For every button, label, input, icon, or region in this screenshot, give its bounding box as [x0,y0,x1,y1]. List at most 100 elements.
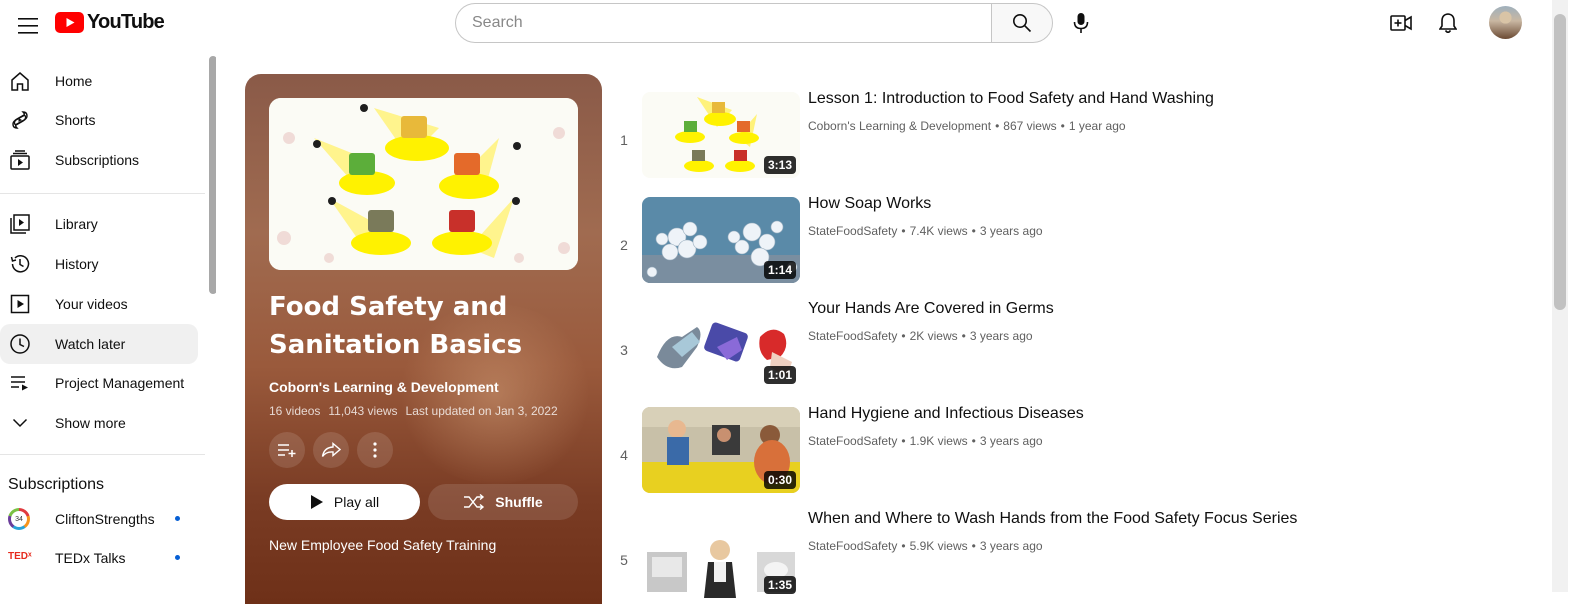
playlist-video-row[interactable]: 4 0:30 Hand Hygiene and Infectious Disea… [612,405,1542,503]
playlist-thumbnail[interactable] [269,98,578,270]
sidebar-show-more[interactable]: Show more [0,403,198,443]
logo-text: YouTube [87,11,165,33]
search-bar [455,3,1053,43]
playlist-description: New Employee Food Safety Training [269,537,497,553]
sidebar-item-label: Your videos [55,296,128,312]
sidebar-item-home[interactable]: Home [0,61,198,101]
play-all-button[interactable]: Play all [269,484,420,520]
video-thumbnail[interactable]: 1:14 [642,197,800,283]
video-thumbnail[interactable]: 1:35 [642,512,800,598]
sidebar-divider [0,193,205,194]
watch-later-icon [8,332,32,356]
sidebar-item-history[interactable]: History [0,244,198,284]
your-videos-icon [8,292,32,316]
create-video-button[interactable] [1381,3,1421,43]
video-age: 3 years ago [979,539,1043,553]
sidebar: Home Shorts Subscriptions Library Histor… [0,56,216,592]
video-duration: 3:13 [763,156,796,174]
playlist-last-updated: Last updated on Jan 3, 2022 [405,404,558,418]
history-icon [8,252,32,276]
playlist-channel-link[interactable]: Coborn's Learning & Development [269,379,499,395]
video-thumbnail[interactable]: 0:30 [642,407,800,493]
play-icon [310,495,323,509]
video-channel[interactable]: Coborn's Learning & Development [808,119,991,133]
video-metadata: StateFoodSafety • 1.9K views • 3 years ago [808,434,1043,448]
video-title[interactable]: When and Where to Wash Hands from the Fo… [808,510,1297,528]
cliftonstrengths-avatar: 34 [8,508,30,530]
video-index: 5 [620,552,628,568]
video-thumbnail[interactable]: 1:01 [642,302,800,388]
sidebar-item-subscriptions[interactable]: Subscriptions [0,140,198,180]
video-age: 3 years ago [969,329,1033,343]
sidebar-item-your-videos[interactable]: Your videos [0,284,198,324]
play-all-label: Play all [333,494,380,510]
sidebar-item-label: History [55,256,99,272]
hamburger-menu-icon[interactable] [8,6,48,46]
video-metadata: Coborn's Learning & Development • 867 view… [808,119,1126,133]
video-index: 4 [620,447,628,463]
playlist-stats: 16 videos 11,043 views Last updated on J… [269,404,558,418]
video-channel[interactable]: StateFoodSafety [808,329,897,343]
video-metadata: StateFoodSafety • 7.4K views • 3 years ago [808,224,1043,238]
sidebar-scrollbar[interactable] [209,56,216,294]
video-thumbnail[interactable]: 3:13 [642,92,800,178]
notifications-button[interactable] [1428,3,1468,43]
video-views: 2K views [909,329,958,343]
video-channel[interactable]: StateFoodSafety [808,539,897,553]
more-vertical-icon [373,442,377,458]
sidebar-item-label: Library [55,216,98,232]
video-index: 1 [620,132,628,148]
sidebar-item-shorts[interactable]: Shorts [0,100,198,140]
playlist-title: Food Safety and Sanitation Basics [269,292,523,360]
account-avatar[interactable] [1489,6,1522,39]
food-safety-infographic [269,98,578,270]
shuffle-label: Shuffle [495,494,543,510]
bell-icon [1439,13,1457,34]
shuffle-button[interactable]: Shuffle [428,484,578,520]
home-icon [8,69,32,93]
playlist-actions [269,432,393,468]
video-channel[interactable]: StateFoodSafety [808,434,897,448]
masthead: YouTube [0,0,1552,56]
playlist-video-row[interactable]: 5 1:35 When and Where to Wash Hands from… [612,510,1542,608]
video-views: 867 views [1003,119,1057,133]
sidebar-item-library[interactable]: Library [0,204,198,244]
subscriptions-heading: Subscriptions [8,476,105,493]
share-icon [321,442,341,458]
save-playlist-button[interactable] [269,432,305,468]
playlist-add-icon [278,444,296,457]
search-input[interactable] [455,3,991,43]
microphone-icon [1073,13,1089,33]
playlist-header-panel: Food Safety and Sanitation Basics Coborn… [245,74,602,604]
subscription-cliftonstrengths[interactable]: 34 CliftonStrengths [0,499,198,539]
video-index: 3 [620,342,628,358]
playlist-video-count: 16 videos [269,404,321,418]
video-views: 7.4K views [909,224,968,238]
sidebar-item-label: Home [55,73,93,89]
new-content-dot [175,555,180,560]
new-content-dot [175,516,180,521]
sidebar-item-label: Show more [55,415,126,431]
sidebar-item-watch-later[interactable]: Watch later [0,324,198,364]
share-button[interactable] [313,432,349,468]
video-index: 2 [620,237,628,253]
video-title[interactable]: Lesson 1: Introduction to Food Safety an… [808,90,1214,108]
subscription-name: CliftonStrengths [55,511,155,527]
youtube-logo[interactable]: YouTube [55,11,165,34]
playlist-video-row[interactable]: 2 1:14 How Soap Works StateFoodSafety • 7.… [612,195,1542,293]
playlist-view-count: 11,043 views [328,404,398,418]
video-channel[interactable]: StateFoodSafety [808,224,897,238]
video-title[interactable]: Your Hands Are Covered in Germs [808,300,1054,318]
more-options-button[interactable] [357,432,393,468]
shorts-icon [8,108,32,132]
video-title[interactable]: How Soap Works [808,195,931,213]
subscription-tedx-talks[interactable]: TEDˣ TEDx Talks [0,538,198,578]
video-title[interactable]: Hand Hygiene and Infectious Diseases [808,405,1084,423]
playlist-video-row[interactable]: 1 3:13 Lesson 1: Introduction to Food Sa… [612,90,1542,188]
voice-search-button[interactable] [1061,3,1101,43]
page-scrollbar-thumb[interactable] [1554,14,1566,310]
playlist-video-row[interactable]: 3 1:01 Your Hands Are Covered in Germs S… [612,300,1542,398]
video-metadata: StateFoodSafety • 2K views • 3 years ago [808,329,1033,343]
search-button[interactable] [991,3,1053,43]
sidebar-item-project-management[interactable]: Project Management [0,363,198,403]
